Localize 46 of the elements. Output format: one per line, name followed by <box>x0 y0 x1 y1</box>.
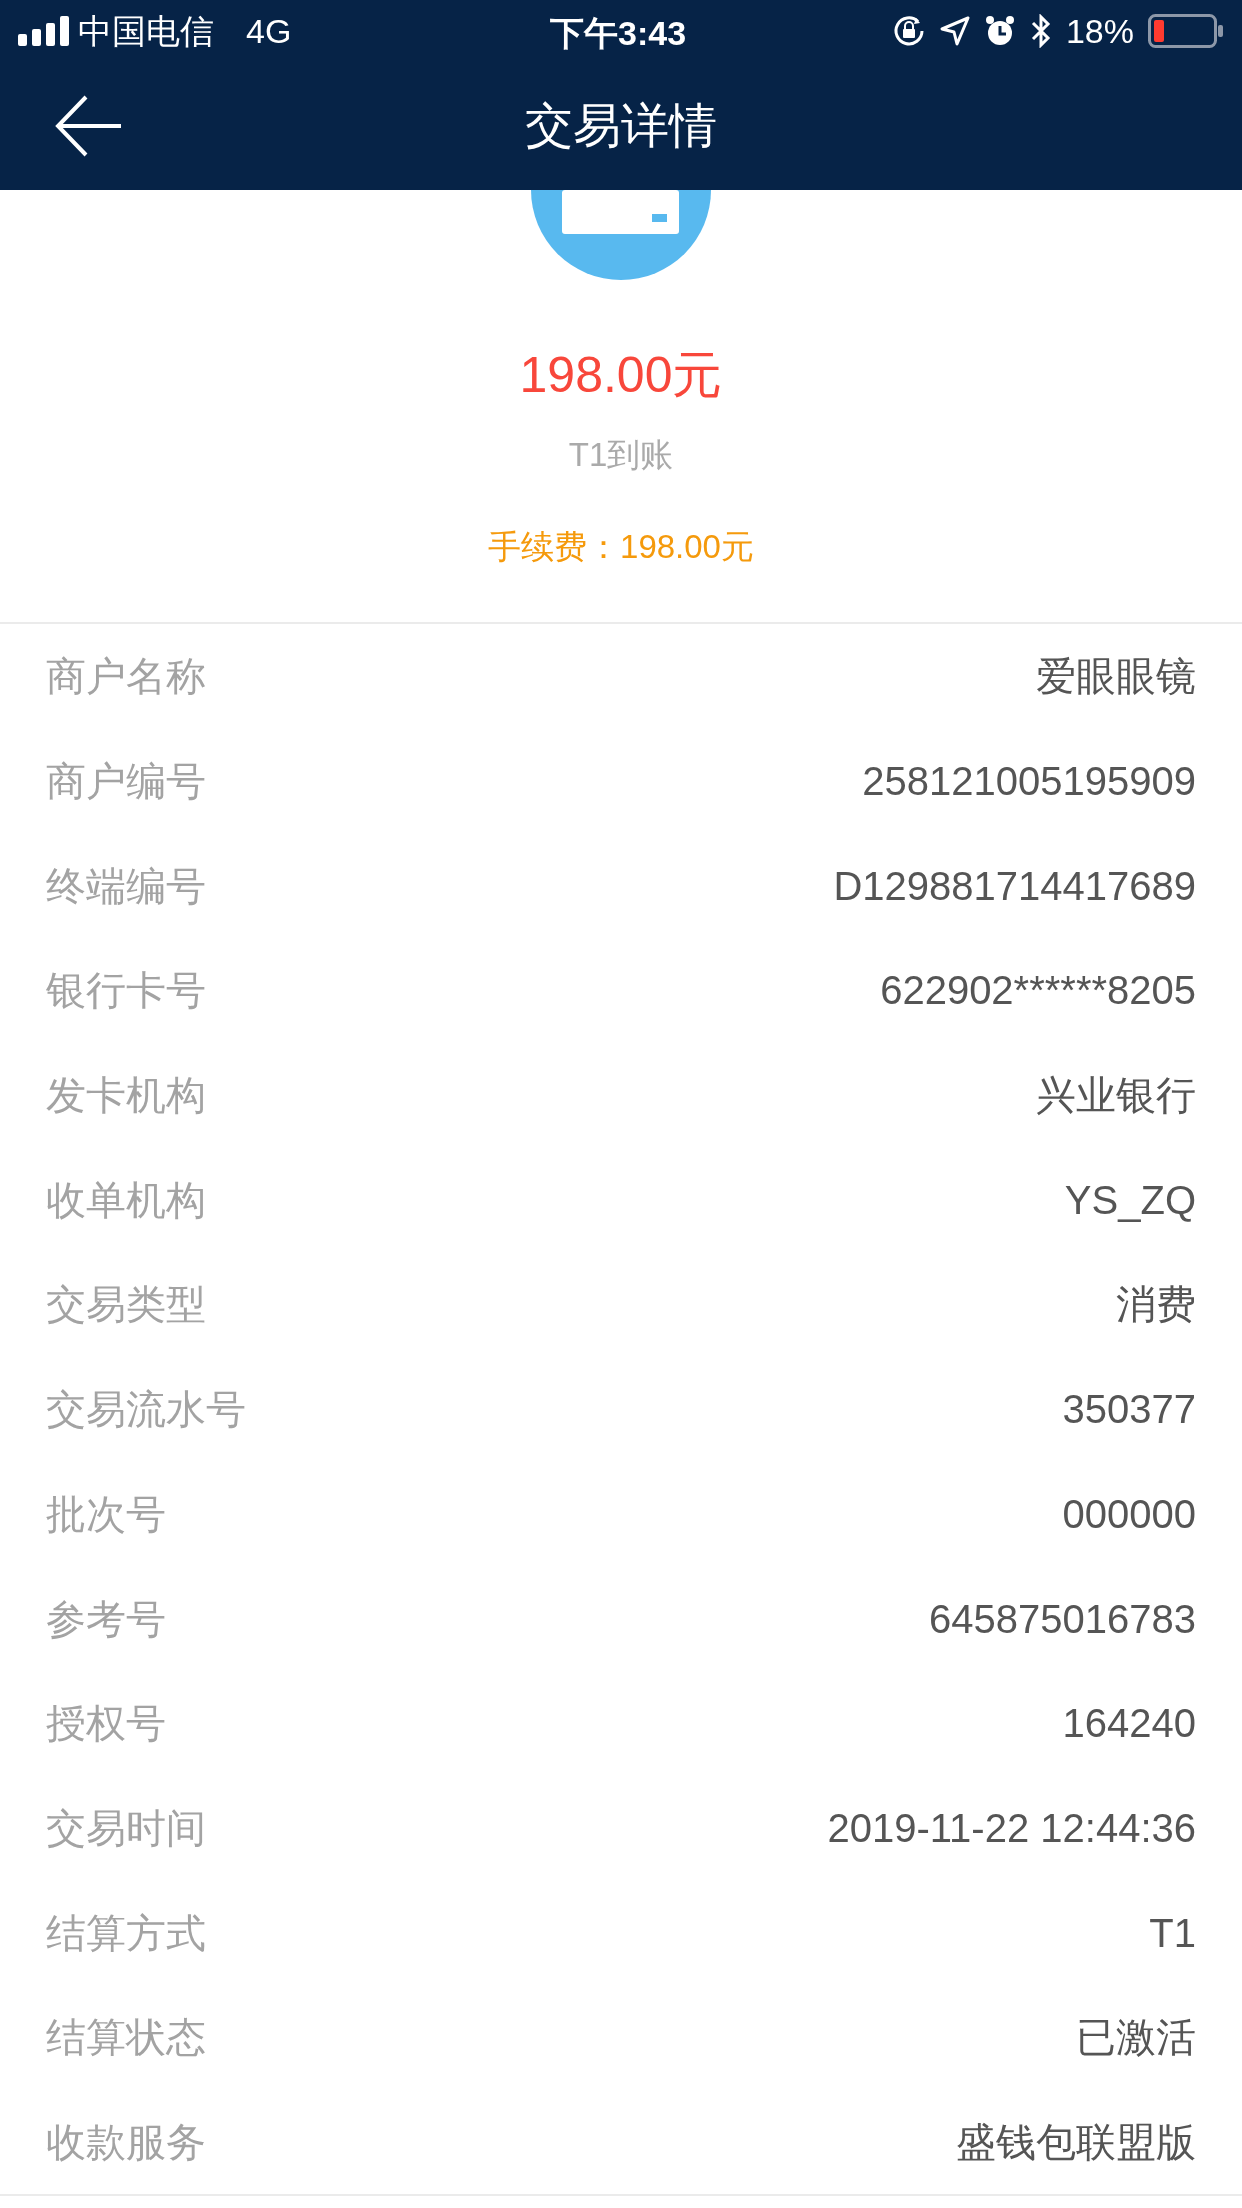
alarm-clock-icon <box>983 15 1016 47</box>
status-time: 下午3:43 <box>550 13 687 54</box>
battery-percent: 18% <box>1065 10 1134 52</box>
detail-value: 645875016783 <box>929 1595 1196 1643</box>
detail-label: 授权号 <box>46 1700 166 1748</box>
detail-label: 参考号 <box>46 1595 166 1643</box>
detail-label: 收款服务 <box>46 2118 206 2166</box>
back-arrow-icon <box>55 95 123 157</box>
detail-value: T1 <box>1149 1909 1196 1957</box>
detail-value: 盛钱包联盟版 <box>956 2118 1196 2166</box>
detail-value: 000000 <box>1062 1490 1196 1538</box>
detail-label: 发卡机构 <box>46 1072 206 1120</box>
detail-label: 交易时间 <box>46 1804 206 1852</box>
battery-icon <box>1148 14 1224 48</box>
detail-label: 商户编号 <box>46 758 206 806</box>
detail-label: 结算状态 <box>46 2014 206 2062</box>
detail-label: 批次号 <box>46 1490 166 1538</box>
detail-value: 2019-11-22 12:44:36 <box>827 1804 1196 1852</box>
detail-value: 164240 <box>1062 1700 1196 1748</box>
page-title: 交易详情 <box>525 98 717 154</box>
signal-icon <box>18 16 70 46</box>
fee-text: 手续费：198.00元 <box>488 527 754 567</box>
detail-value: 兴业银行 <box>1036 1072 1196 1120</box>
bluetooth-icon <box>1029 14 1052 48</box>
detail-value: 622902******8205 <box>880 967 1196 1015</box>
detail-value: 爱眼眼镜 <box>1036 653 1196 701</box>
location-arrow-icon <box>939 16 970 46</box>
settlement-text: T1到账 <box>568 435 674 475</box>
rotation-lock-icon <box>891 14 926 48</box>
detail-value: D129881714417689 <box>833 862 1196 910</box>
detail-label: 商户名称 <box>46 653 206 701</box>
detail-label: 收单机构 <box>46 1176 206 1224</box>
detail-value: 258121005195909 <box>862 758 1196 806</box>
detail-value: YS_ZQ <box>1064 1176 1196 1224</box>
network-type: 4G <box>246 10 292 52</box>
detail-label: 交易类型 <box>46 1281 206 1329</box>
detail-value: 消费 <box>1116 1281 1196 1329</box>
card-terminal-icon <box>531 190 711 283</box>
detail-value: 350377 <box>1062 1386 1196 1434</box>
detail-label: 交易流水号 <box>46 1386 246 1434</box>
carrier-name: 中国电信 <box>78 10 214 52</box>
detail-label: 结算方式 <box>46 1909 206 1957</box>
detail-label: 银行卡号 <box>46 967 206 1015</box>
detail-value: 已激活 <box>1076 2014 1196 2062</box>
amount-text: 198.00元 <box>519 346 723 405</box>
detail-label: 终端编号 <box>46 862 206 910</box>
